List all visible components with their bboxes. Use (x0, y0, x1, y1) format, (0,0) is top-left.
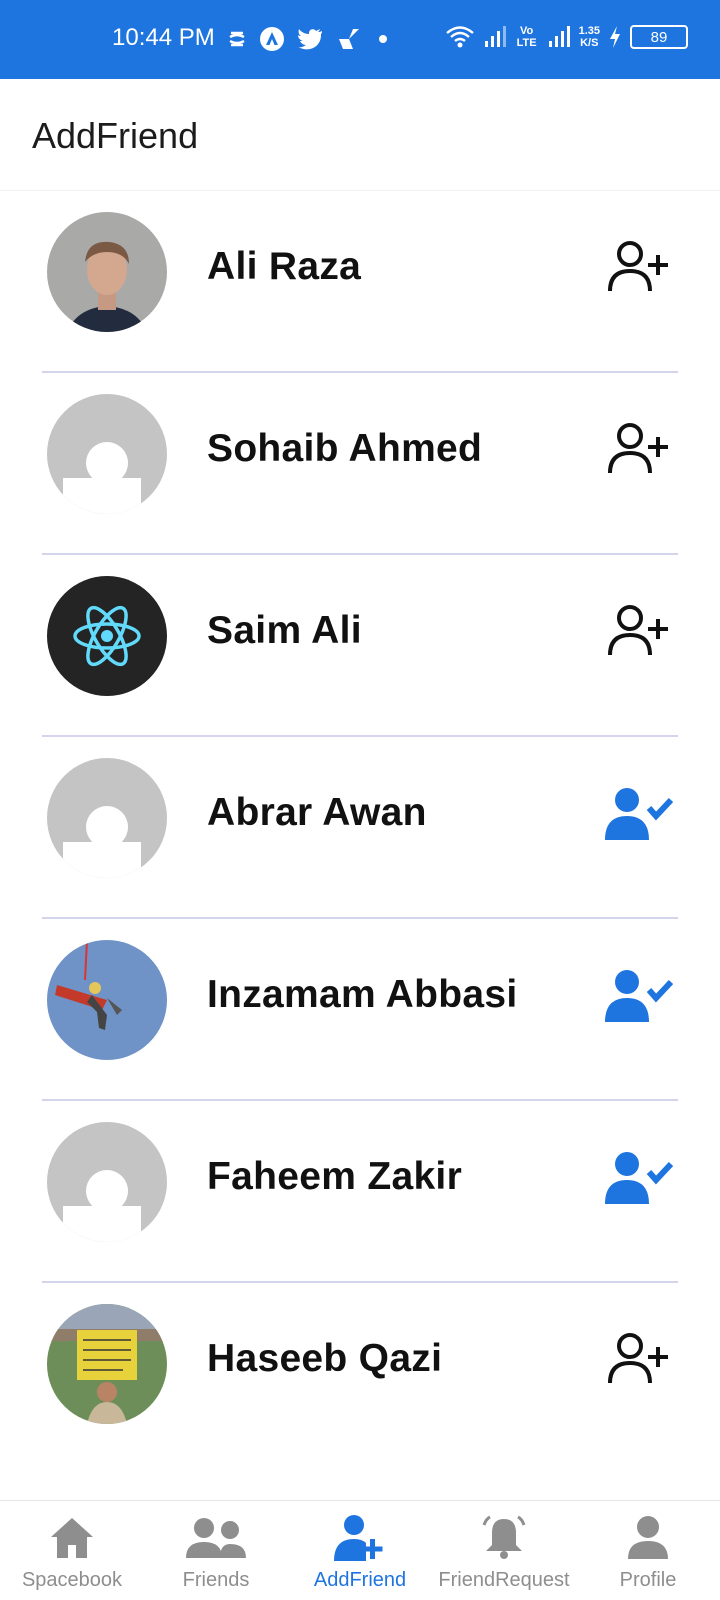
avatar (47, 758, 167, 878)
twitter-icon (297, 28, 323, 50)
bottom-nav: Spacebook Friends AddFriend FriendReques… (0, 1500, 720, 1600)
add-friend-icon (608, 1333, 668, 1384)
friend-requested-icon (605, 970, 673, 1022)
friend-list[interactable]: Ali Raza Sohaib Ahmed Saim Ali Abrar Awan In… (0, 191, 720, 1465)
friend-name: Saim Ali (207, 609, 362, 652)
system-status-icons: Vo LTE 1.35 K/S 89 (445, 24, 688, 50)
add-friend-icon (325, 1513, 395, 1563)
avatar (47, 394, 167, 514)
dot-icon (373, 29, 393, 49)
nav-label: FriendRequest (438, 1569, 570, 1591)
friend-row[interactable]: Saim Ali (0, 555, 720, 737)
cleaner-icon (335, 27, 361, 51)
friend-requested-button[interactable] (604, 1147, 674, 1207)
net-speed-unit: K/S (580, 37, 599, 49)
friend-requested-button[interactable] (604, 965, 674, 1025)
friend-name: Faheem Zakir (207, 1155, 463, 1198)
nav-label: Friends (182, 1569, 250, 1591)
status-time: 10:44 PM (112, 24, 215, 51)
friend-name: Ali Raza (207, 245, 362, 288)
nav-item-friendrequest[interactable]: FriendRequest (432, 1501, 576, 1600)
add-friend-icon (608, 423, 668, 474)
notification-icons (227, 26, 393, 52)
nav-item-profile[interactable]: Profile (576, 1501, 720, 1600)
app-logo-icon (259, 26, 285, 52)
friend-requested-icon (605, 788, 673, 840)
add-friend-icon (608, 605, 668, 656)
avatar (47, 940, 167, 1060)
volte-icon: Vo LTE (516, 25, 537, 49)
friend-requested-button[interactable] (604, 783, 674, 843)
friend-name: Inzamam Abbasi (207, 973, 518, 1016)
nav-item-friends[interactable]: Friends (144, 1501, 288, 1600)
net-speed-value: 1.35 (578, 25, 600, 37)
friend-name: Haseeb Qazi (207, 1337, 443, 1380)
nav-item-addfriend[interactable]: AddFriend (288, 1501, 432, 1600)
friend-row[interactable]: Sohaib Ahmed (0, 373, 720, 555)
add-friend-button[interactable] (604, 601, 674, 661)
avatar (47, 1122, 167, 1242)
add-friend-icon (608, 241, 668, 292)
home-icon (37, 1513, 107, 1563)
page-title: AddFriend (32, 115, 199, 156)
app-header: AddFriend (0, 79, 720, 191)
friend-row[interactable]: Abrar Awan (0, 737, 720, 919)
signal-icon-2 (547, 25, 571, 49)
avatar (47, 576, 167, 696)
profile-icon (613, 1513, 683, 1563)
wifi-icon (445, 24, 475, 50)
friend-name: Sohaib Ahmed (207, 427, 483, 470)
signal-icon-1 (483, 25, 507, 49)
add-friend-button[interactable] (604, 237, 674, 297)
add-friend-button[interactable] (604, 419, 674, 479)
friend-row[interactable]: Inzamam Abbasi (0, 919, 720, 1101)
nav-label: AddFriend (313, 1569, 407, 1591)
nav-label: Spacebook (21, 1569, 123, 1591)
net-speed: 1.35 K/S (579, 25, 600, 49)
friends-icon (181, 1513, 251, 1563)
nav-item-spacebook[interactable]: Spacebook (0, 1501, 144, 1600)
friend-name: Abrar Awan (207, 791, 427, 834)
friend-row[interactable]: Haseeb Qazi (0, 1283, 720, 1465)
avatar (47, 1304, 167, 1424)
add-friend-button[interactable] (604, 1329, 674, 1389)
battery-indicator: 89 (630, 25, 688, 49)
friend-requested-icon (605, 1152, 673, 1204)
sync-icon (227, 27, 247, 51)
charging-icon (608, 25, 622, 49)
avatar (47, 212, 167, 332)
friend-row[interactable]: Ali Raza (0, 191, 720, 373)
friend-row[interactable]: Faheem Zakir (0, 1101, 720, 1283)
status-bar: 10:44 PM Vo LTE 1.35 K/S 89 (0, 0, 720, 79)
bell-icon (469, 1513, 539, 1563)
nav-label: Profile (619, 1569, 677, 1591)
